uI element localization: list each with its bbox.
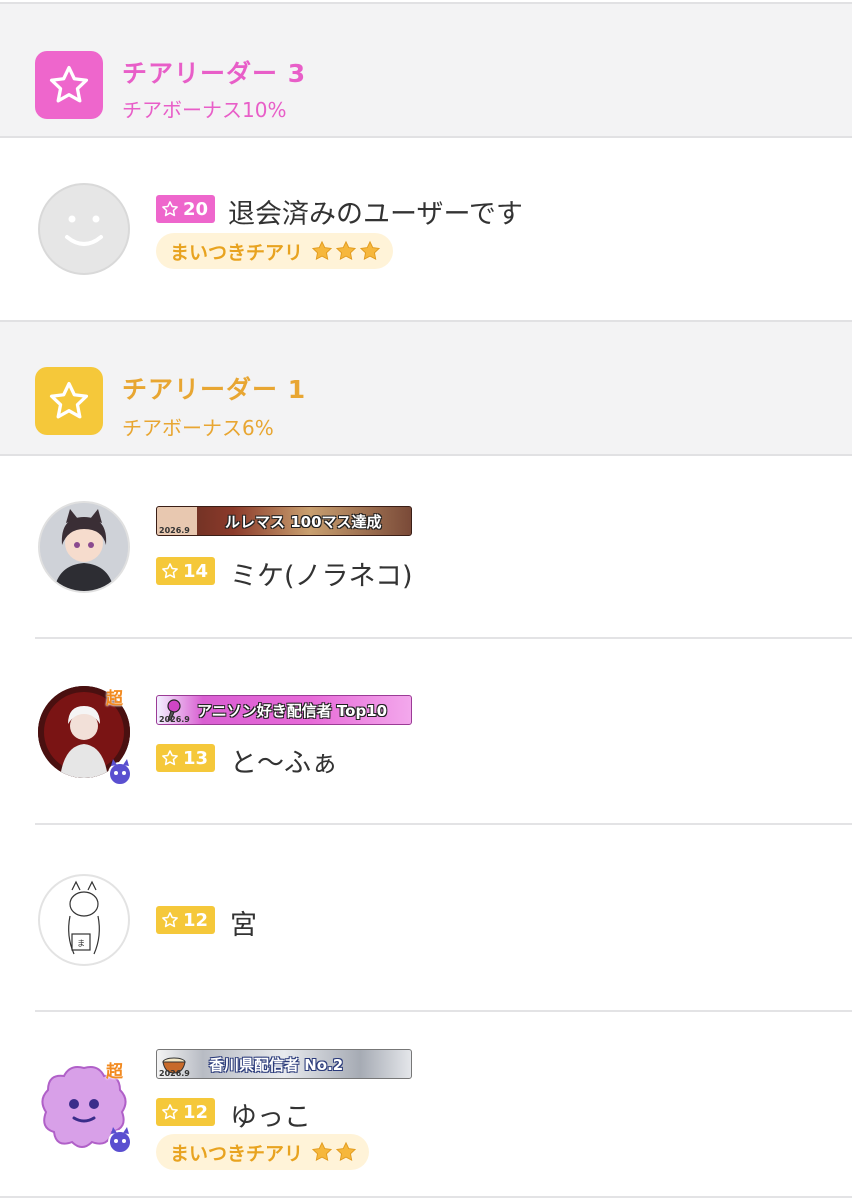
monthly-cheer-badge: まいつきチアリ <box>156 1134 370 1170</box>
banner-year: 2026.9 <box>159 526 190 535</box>
user-name[interactable]: 宮 <box>230 903 257 942</box>
level-badge: 12 <box>156 906 216 934</box>
gold-star-icon <box>311 1141 333 1162</box>
tier-title: チアリーダー 1 <box>122 375 307 404</box>
level-number: 13 <box>183 747 209 769</box>
tier-bonus: チアボーナス6% <box>122 416 274 440</box>
star-icon <box>162 912 178 928</box>
achievement-banner: 香川県配信者 No.2 2026.9 <box>156 1049 412 1079</box>
tier-bonus: チアボーナス10% <box>122 98 287 122</box>
tier-header-cheerleader-3: チアリーダー 3 チアボーナス10% <box>0 2 852 138</box>
banner-text: ルレマス 100マス達成 <box>225 512 382 531</box>
svg-text:ま: ま <box>77 939 85 948</box>
banner-year: 2026.9 <box>159 715 190 724</box>
gold-star-icon <box>335 240 357 261</box>
level-badge: 14 <box>156 557 216 585</box>
cheer-ranking-list: チアリーダー 3 チアボーナス10% 20 退会済みのユーザーです まいつきチア… <box>0 0 852 1200</box>
user-name[interactable]: 退会済みのユーザーです <box>228 192 523 231</box>
star-icon <box>162 201 178 217</box>
level-badge: 20 <box>156 195 216 223</box>
devil-icon <box>108 759 132 786</box>
user-name[interactable]: と〜ふぁ <box>230 741 338 780</box>
super-mark: 超 <box>106 1062 123 1082</box>
devil-icon <box>108 1127 132 1154</box>
star-icon <box>162 1104 178 1120</box>
achievement-banner: ルレマス 100マス達成 2026.9 <box>156 506 412 536</box>
avatar <box>38 501 130 593</box>
monthly-cheer-label: まいつきチアリ <box>170 1142 304 1165</box>
monthly-cheer-label: まいつきチアリ <box>170 241 304 264</box>
banner-text: アニソン好き配信者 Top10 <box>197 701 388 720</box>
level-badge: 12 <box>156 1098 216 1126</box>
level-number: 12 <box>183 1101 209 1123</box>
level-number: 14 <box>183 560 209 582</box>
list-item[interactable]: 超 アニソン好き配信者 Top10 2026.9 13 と〜ふぁ <box>0 639 852 825</box>
banner-year: 2026.9 <box>159 1069 190 1078</box>
user-name[interactable]: ゆっこ <box>230 1095 311 1134</box>
list-item[interactable]: 20 退会済みのユーザーです まいつきチアリ <box>0 138 852 321</box>
banner-text: 香川県配信者 No.2 <box>209 1055 344 1074</box>
gold-star-icon <box>359 240 381 261</box>
list-item[interactable]: ルレマス 100マス達成 2026.9 14 ミケ(ノラネコ) <box>0 456 852 639</box>
level-badge: 13 <box>156 744 216 772</box>
list-item[interactable]: ま 12 宮 <box>0 825 852 1012</box>
monthly-cheer-badge: まいつきチアリ <box>156 233 394 269</box>
gold-star-icon <box>311 240 333 261</box>
star-icon <box>162 750 178 766</box>
star-icon <box>35 367 103 435</box>
list-item[interactable]: 超 香川県配信者 No.2 2026.9 12 ゆっこ まいつきチアリ <box>0 1012 852 1200</box>
star-icon <box>162 563 178 579</box>
user-name[interactable]: ミケ(ノラネコ) <box>230 554 413 593</box>
avatar: ま <box>38 874 130 966</box>
level-number: 12 <box>183 909 209 931</box>
tier-header-cheerleader-1: チアリーダー 1 チアボーナス6% <box>0 320 852 456</box>
super-mark: 超 <box>106 689 123 709</box>
avatar <box>38 183 130 275</box>
achievement-banner: アニソン好き配信者 Top10 2026.9 <box>156 695 412 725</box>
divider <box>0 1196 852 1198</box>
gold-star-icon <box>335 1141 357 1162</box>
star-icon <box>35 51 103 119</box>
level-number: 20 <box>183 198 209 220</box>
tier-title: チアリーダー 3 <box>122 59 307 88</box>
